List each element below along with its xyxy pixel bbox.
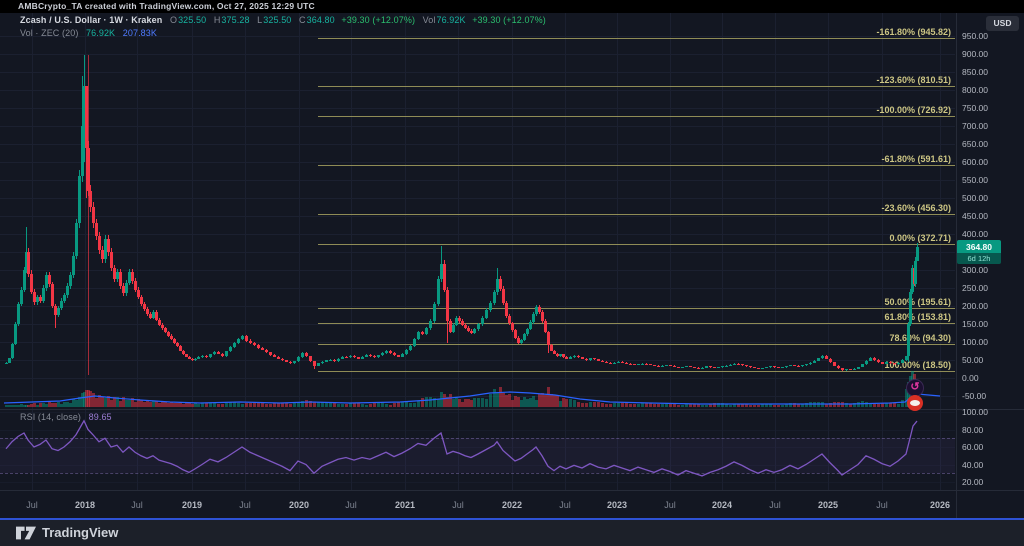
price-tick-label: 600.00 <box>962 157 988 167</box>
vol-change: +39.30 (+12.07%) <box>472 15 546 25</box>
price-tick-label: -50.00 <box>962 391 986 401</box>
time-tick-label: Jul <box>239 500 251 510</box>
price-tick-label: 100.00 <box>962 337 988 347</box>
close-label: C <box>299 15 306 25</box>
price-tick-label: 250.00 <box>962 283 988 293</box>
volume-indicator-label: Vol · ZEC (20) <box>20 28 78 38</box>
time-tick-label: 2019 <box>182 500 202 510</box>
open-label: O <box>170 15 177 25</box>
open-value: 325.50 <box>178 15 206 25</box>
close-value: 364.80 <box>307 15 335 25</box>
time-tick-label: 2026 <box>930 500 950 510</box>
rsi-tick-label: 40.00 <box>962 460 983 470</box>
time-tick-label: Jul <box>26 500 38 510</box>
price-tick-label: 500.00 <box>962 193 988 203</box>
time-tick-label: Jul <box>876 500 888 510</box>
tradingview-wordmark[interactable]: TradingView <box>42 525 118 540</box>
volume-indicator-legend[interactable]: Vol · ZEC (20) 76.92K 207.83K <box>20 28 157 38</box>
rsi-value: 89.65 <box>89 412 112 422</box>
time-tick-label: 2024 <box>712 500 732 510</box>
rsi-tick-label: 20.00 <box>962 477 983 487</box>
time-tick-label: 2022 <box>502 500 522 510</box>
price-tick-label: 400.00 <box>962 229 988 239</box>
tradingview-chart-window: AMBCrypto_TA created with TradingView.co… <box>0 0 1024 546</box>
time-tick-label: 2020 <box>289 500 309 510</box>
vol-value: 76.92K <box>436 15 465 25</box>
low-value: 325.50 <box>263 15 291 25</box>
time-tick-label: Jul <box>345 500 357 510</box>
price-tick-label: 550.00 <box>962 175 988 185</box>
time-tick-label: Jul <box>131 500 143 510</box>
price-tick-label: 300.00 <box>962 265 988 275</box>
rsi-tick-label: 80.00 <box>962 425 983 435</box>
time-tick-label: 2023 <box>607 500 627 510</box>
vol-label: Vol <box>423 15 436 25</box>
low-label: L <box>257 15 262 25</box>
volume-ma-value: 207.83K <box>123 28 157 38</box>
rsi-indicator-legend[interactable]: RSI (14, close) 89.65 <box>20 412 112 422</box>
time-tick-label: Jul <box>452 500 464 510</box>
last-price-badge[interactable]: 364.80 6d 12h <box>957 240 1001 264</box>
price-tick-label: 950.00 <box>962 31 988 41</box>
price-tick-label: 450.00 <box>962 211 988 221</box>
rsi-tick-label: 60.00 <box>962 442 983 452</box>
symbol-title[interactable]: Zcash / U.S. Dollar · 1W · Kraken <box>20 15 162 25</box>
symbol-legend[interactable]: Zcash / U.S. Dollar · 1W · Kraken O325.5… <box>20 15 546 25</box>
last-price-value: 364.80 <box>957 240 1001 253</box>
currency-toggle-button[interactable]: USD <box>986 16 1019 31</box>
volume-indicator-value: 76.92K <box>86 28 115 38</box>
red-circle-sticker-icon[interactable] <box>907 395 923 411</box>
price-tick-label: 800.00 <box>962 85 988 95</box>
tradingview-logo-icon[interactable] <box>16 526 36 545</box>
footer-bar: TradingView <box>0 518 1024 546</box>
price-tick-label: 0.00 <box>962 373 979 383</box>
axis-layer[interactable]: 950.00 900.00 850.00 800.00 750.00 700.00 650.… <box>0 0 1024 546</box>
time-tick-label: 2021 <box>395 500 415 510</box>
price-tick-label: 50.00 <box>962 355 983 365</box>
time-tick-label: Jul <box>769 500 781 510</box>
high-label: H <box>214 15 221 25</box>
bar-countdown: 6d 12h <box>957 253 1001 264</box>
high-value: 375.28 <box>221 15 249 25</box>
price-tick-label: 900.00 <box>962 49 988 59</box>
price-tick-label: 200.00 <box>962 301 988 311</box>
price-tick-label: 700.00 <box>962 121 988 131</box>
price-tick-label: 850.00 <box>962 67 988 77</box>
time-tick-label: Jul <box>664 500 676 510</box>
price-tick-label: 750.00 <box>962 103 988 113</box>
price-tick-label: 150.00 <box>962 319 988 329</box>
rsi-indicator-label: RSI (14, close) <box>20 412 81 422</box>
time-tick-label: 2025 <box>818 500 838 510</box>
time-tick-label: Jul <box>559 500 571 510</box>
price-tick-label: 650.00 <box>962 139 988 149</box>
time-tick-label: 2018 <box>75 500 95 510</box>
change-value: +39.30 (+12.07%) <box>341 15 415 25</box>
rsi-tick-label: 100.00 <box>962 407 988 417</box>
